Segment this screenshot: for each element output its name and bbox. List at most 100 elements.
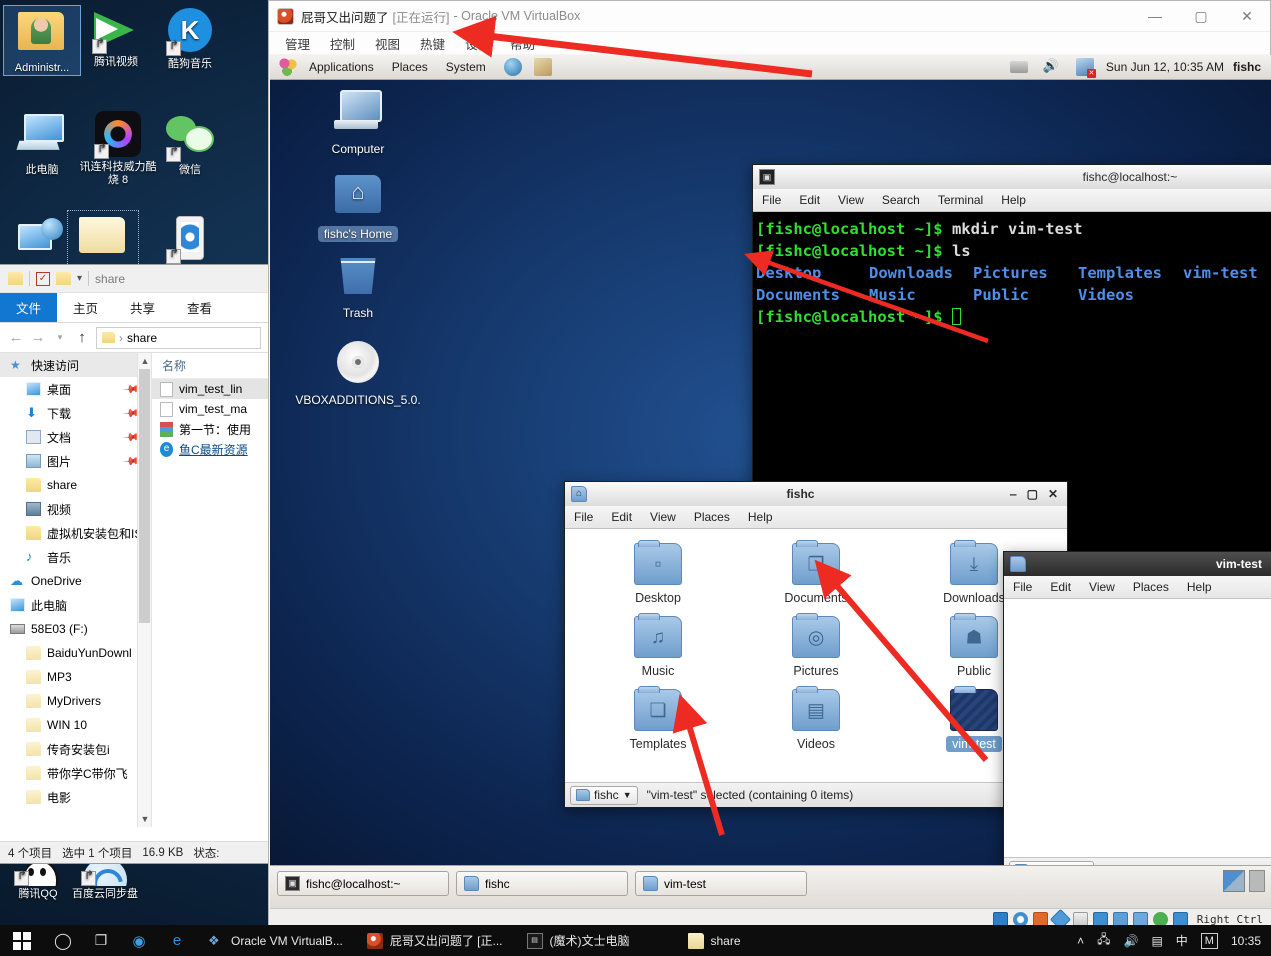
menu-help[interactable]: Help — [739, 510, 782, 524]
tree-scrollbar[interactable]: ▲ ▼ — [137, 353, 151, 827]
fishc-file-area[interactable]: ▫ Desktop ❐ Documents ⤓ Downloads ♫ Musi… — [565, 529, 1067, 782]
new-folder-icon[interactable] — [56, 272, 71, 285]
menu-hotkey[interactable]: 热键 — [410, 34, 455, 53]
menu-places[interactable]: Places — [1124, 580, 1178, 594]
close-button[interactable]: ✕ — [1048, 487, 1058, 501]
chevron-up-icon[interactable]: ˄ — [1077, 934, 1084, 948]
tree-item-baiduyundownl[interactable]: BaiduYunDownl — [0, 641, 151, 665]
tree-item-this-pc[interactable]: 此电脑 — [0, 593, 151, 617]
tree-item-onedrive[interactable]: ☁ OneDrive — [0, 569, 151, 593]
forward-button[interactable]: → — [30, 329, 46, 346]
fm-item-music[interactable]: ♫ Music — [579, 613, 737, 689]
minimize-button[interactable]: — — [1132, 1, 1178, 32]
printer-icon[interactable] — [1009, 61, 1028, 73]
panel-clock[interactable]: Sun Jun 12, 10:35 AM — [1106, 60, 1224, 74]
desktop-icon-kugou[interactable]: 酷狗音乐 — [152, 6, 228, 71]
column-header-name[interactable]: 名称 — [152, 353, 269, 379]
location-combo[interactable]: fishc ▼ — [570, 785, 638, 805]
address-input[interactable]: › share — [96, 326, 261, 349]
evolution-icon[interactable] — [533, 58, 552, 76]
menu-control[interactable]: 控制 — [320, 34, 365, 53]
tree-item-videos[interactable]: 视频 — [0, 497, 151, 521]
fm-item-templates[interactable]: ❏ Templates — [579, 686, 737, 762]
desktop-icon-tencent-video[interactable]: 腾讯视频 — [78, 6, 154, 69]
fm-item-documents[interactable]: ❐ Documents — [737, 540, 895, 616]
menu-file[interactable]: File — [565, 510, 602, 524]
up-button[interactable]: ↑ — [74, 329, 90, 346]
menu-places[interactable]: Places — [383, 60, 437, 74]
applications-menu-icon[interactable] — [279, 58, 297, 76]
tree-item-drive-f[interactable]: 58E03 (F:) — [0, 617, 151, 641]
tree-item-movies[interactable]: 电影 — [0, 785, 151, 809]
tree-item-win10[interactable]: WIN 10 — [0, 713, 151, 737]
ime-m[interactable]: M — [1200, 932, 1218, 949]
fm-item-videos[interactable]: ▤ Videos — [737, 686, 895, 762]
menu-view[interactable]: 视图 — [365, 34, 410, 53]
chevron-down-icon[interactable]: ▾ — [77, 273, 82, 284]
ime-chinese[interactable]: 中 — [1176, 932, 1188, 949]
tree-item-share[interactable]: share — [0, 473, 151, 497]
minimize-button[interactable]: ‒ — [1010, 487, 1017, 501]
maximize-button[interactable]: ▢ — [1027, 487, 1038, 501]
tree-item-vm-packages[interactable]: 虚拟机安装包和IS — [0, 521, 151, 545]
tab-share[interactable]: 共享 — [114, 293, 171, 322]
file-row[interactable]: 第一节：使用 — [152, 419, 269, 439]
linux-icon-computer[interactable]: Computer — [303, 90, 413, 157]
menu-search[interactable]: Search — [873, 193, 929, 207]
network-disconnected-icon[interactable]: ✕ — [1075, 58, 1096, 78]
folder-icon[interactable] — [8, 272, 23, 285]
linux-icon-home[interactable]: fishc's Home — [303, 170, 413, 242]
cortana-icon[interactable]: ◯ — [44, 925, 82, 956]
properties-icon[interactable]: ✓ — [36, 271, 50, 286]
start-button[interactable] — [0, 925, 44, 956]
browser-icon[interactable]: ◉ — [120, 925, 158, 956]
tree-item-pictures[interactable]: 图片 📌 — [0, 449, 151, 473]
volume-icon[interactable]: 🔊 — [1043, 58, 1061, 76]
tree-item-documents[interactable]: 文档 📌 — [0, 425, 151, 449]
file-row[interactable]: e 鱼C最新资源 — [152, 439, 269, 459]
back-button[interactable]: ← — [8, 329, 24, 346]
tree-item-mp3[interactable]: MP3 — [0, 665, 151, 689]
desktop-icon-administrator[interactable]: Administr... — [3, 5, 81, 76]
menu-help[interactable]: Help — [1178, 580, 1221, 594]
show-desktop-button[interactable] — [1249, 870, 1265, 892]
tab-view[interactable]: 查看 — [171, 293, 228, 322]
tree-item-quick-access[interactable]: ★ 快速访问 — [0, 353, 151, 377]
fishc-title-bar[interactable]: ⌂ fishc ‒ ▢ ✕ — [565, 482, 1067, 506]
tree-item-chuanqi[interactable]: 传奇安装包i — [0, 737, 151, 761]
menu-devices[interactable]: 设备 — [455, 34, 500, 53]
desktop-icon-wechat[interactable]: 微信 — [152, 110, 228, 177]
firefox-icon[interactable] — [503, 58, 522, 76]
fm-item-pictures[interactable]: ◎ Pictures — [737, 613, 895, 689]
linux-icon-vboxadditions[interactable]: VBOXADDITIONS_5.0. — [288, 338, 428, 408]
fm-item-desktop[interactable]: ▫ Desktop — [579, 540, 737, 616]
menu-applications[interactable]: Applications — [300, 60, 383, 74]
taskbar-button-vimtest[interactable]: vim-test — [635, 871, 807, 896]
tree-item-learn-c[interactable]: 带你学C带你飞 — [0, 761, 151, 785]
taskbar-button-terminal[interactable]: ▣ fishc@localhost:~ — [277, 871, 449, 896]
vimtest-file-area[interactable] — [1004, 599, 1271, 857]
volume-icon[interactable]: 🔊 — [1123, 934, 1138, 948]
edge-icon[interactable]: e — [158, 925, 196, 956]
taskbar-button-fishc[interactable]: fishc — [456, 871, 628, 896]
scrollbar-thumb[interactable] — [139, 369, 150, 623]
panel-user[interactable]: fishc — [1233, 60, 1261, 74]
desktop-icon-this-pc[interactable]: 此电脑 — [4, 110, 80, 177]
network-icon[interactable]: 🖧 — [1097, 930, 1110, 951]
tree-item-mydrivers[interactable]: MyDrivers — [0, 689, 151, 713]
maximize-button[interactable]: ▢ — [1178, 1, 1224, 32]
menu-edit[interactable]: Edit — [602, 510, 641, 524]
file-row[interactable]: vim_test_lin — [152, 379, 269, 399]
tab-home[interactable]: 主页 — [57, 293, 114, 322]
menu-manage[interactable]: 管理 — [275, 34, 320, 53]
menu-edit[interactable]: Edit — [1041, 580, 1080, 594]
taskbar-button-vm[interactable]: 屁哥又出问题了 [正... — [355, 925, 515, 956]
taskbar-button-virtualbox[interactable]: ❖ Oracle VM VirtualB... — [196, 925, 355, 956]
notification-icon[interactable]: ▤ — [1151, 934, 1162, 948]
menu-places[interactable]: Places — [685, 510, 739, 524]
taskbar-button-terminal-app[interactable]: ▤ (魔术)文士电脑 — [515, 925, 642, 956]
menu-file[interactable]: File — [1004, 580, 1041, 594]
scroll-up-icon[interactable]: ▲ — [138, 353, 151, 369]
menu-file[interactable]: File — [753, 193, 790, 207]
linux-icon-trash[interactable]: Trash — [303, 250, 413, 321]
